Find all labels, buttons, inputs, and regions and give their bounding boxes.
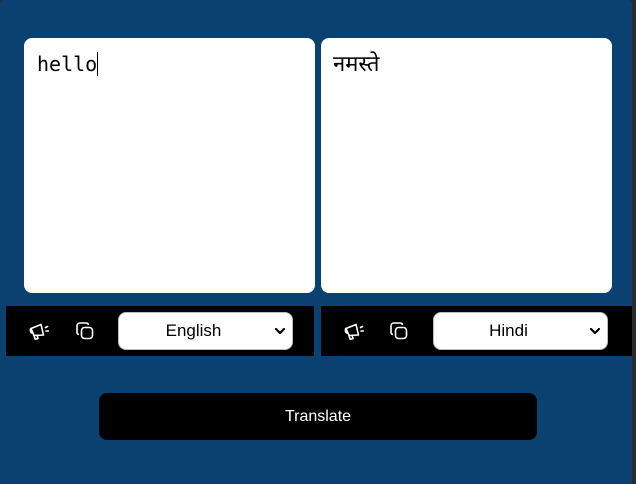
source-controls: English (6, 306, 314, 356)
target-copy-button[interactable] (387, 319, 411, 343)
copy-icon (76, 322, 94, 340)
source-copy-button[interactable] (73, 319, 97, 343)
translator-app: hello नमस्ते English Hindi Translate (0, 0, 632, 484)
speaker-icon (29, 323, 50, 340)
target-text-area[interactable]: नमस्ते (321, 38, 612, 293)
target-language-label: Hindi (489, 321, 528, 340)
target-speak-button[interactable] (342, 319, 366, 343)
source-language-select[interactable]: English (118, 312, 293, 350)
chevron-down-icon (589, 327, 601, 335)
target-controls: Hindi (321, 306, 632, 356)
copy-icon (390, 322, 408, 340)
target-text-value: नमस्ते (333, 52, 380, 77)
text-cursor (97, 52, 99, 76)
source-language-label: English (165, 321, 222, 340)
source-speak-button[interactable] (27, 319, 51, 343)
translate-button[interactable]: Translate (99, 393, 537, 440)
source-text-area[interactable]: hello (24, 38, 315, 293)
speaker-icon (344, 323, 365, 340)
chevron-down-icon (274, 327, 286, 335)
source-text-value: hello (37, 52, 99, 76)
target-language-select[interactable]: Hindi (433, 312, 608, 350)
